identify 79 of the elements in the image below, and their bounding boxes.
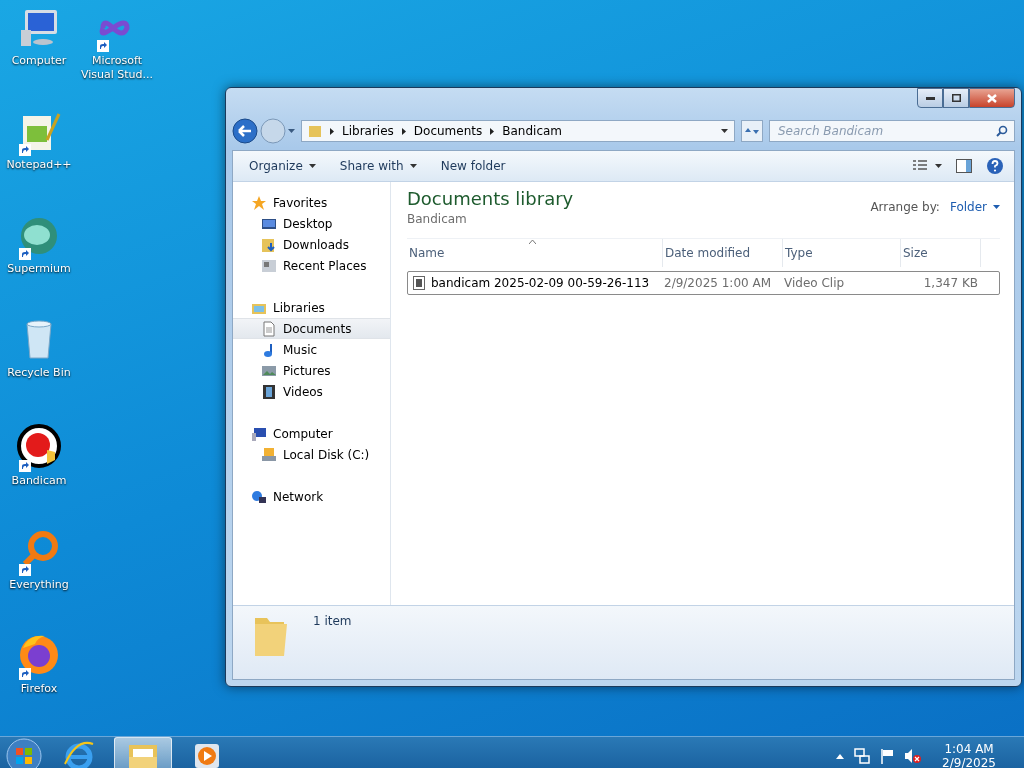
file-name: bandicam 2025-02-09 00-59-26-113: [408, 276, 664, 290]
column-header[interactable]: Type: [783, 239, 901, 267]
network-icon: [251, 488, 267, 505]
nav-item[interactable]: Local Disk (C:): [233, 444, 390, 465]
refresh-button[interactable]: [741, 120, 763, 142]
file-row[interactable]: bandicam 2025-02-09 00-59-26-113 2/9/2025 1:00 AM Video Clip 1,347 KB: [407, 271, 1000, 295]
close-button[interactable]: [969, 88, 1015, 108]
toolbar-button[interactable]: Share with: [329, 155, 427, 177]
preview-pane-button[interactable]: [956, 159, 972, 173]
computer-icon: [251, 425, 267, 442]
chevron-icon: [490, 127, 495, 135]
library-subtitle: Bandicam: [407, 212, 468, 226]
nav-group-item[interactable]: Libraries: [233, 297, 390, 318]
breadcrumb-item[interactable]: Libraries: [342, 124, 394, 138]
maximize-button[interactable]: [943, 88, 969, 108]
close-icon: [987, 93, 997, 103]
taskbar-button[interactable]: [114, 737, 172, 768]
column-header[interactable]: Name: [407, 239, 663, 267]
column-header[interactable]: Size: [901, 239, 981, 267]
document-icon: [261, 320, 277, 337]
caret-icon: [409, 164, 417, 168]
nav-group-item[interactable]: Network: [233, 486, 390, 507]
search-box[interactable]: Search Bandicam: [769, 120, 1015, 142]
chevron-icon: [401, 127, 406, 135]
speaker-muted-icon[interactable]: [904, 748, 923, 764]
desktop-icon-label[interactable]: Everything: [9, 578, 69, 592]
nav-item[interactable]: Documents: [233, 318, 390, 339]
drive-icon: [261, 446, 277, 463]
start-button[interactable]: [4, 737, 44, 768]
film-icon: [261, 383, 277, 400]
caret-icon: [721, 129, 728, 133]
nav-group-item[interactable]: Computer: [233, 423, 390, 444]
record-icon: [17, 424, 61, 468]
file-type: Video Clip: [784, 276, 846, 290]
star-icon: [251, 194, 267, 211]
folder-icon: [261, 236, 277, 253]
maximize-icon: [951, 94, 961, 102]
nav-item[interactable]: Recent Places: [233, 255, 390, 276]
folder-icon: [308, 124, 322, 138]
toolbar-button[interactable]: Organize: [239, 155, 326, 177]
item-count: 1 item: [313, 614, 352, 628]
network-icon[interactable]: [854, 748, 871, 764]
date-modified: 2/9/2025 1:00 AM: [664, 276, 773, 290]
minimize-button[interactable]: [917, 88, 943, 108]
breadcrumb-item[interactable]: Bandicam: [502, 124, 563, 138]
back-button[interactable]: [232, 118, 258, 144]
address-bar[interactable]: Libraries Documents Bandicam: [301, 120, 735, 142]
library-title: Documents library: [407, 188, 574, 209]
caret-icon: [993, 205, 1000, 209]
nav-item[interactable]: Downloads: [233, 234, 390, 255]
toolbar-button[interactable]: New folder: [430, 155, 516, 177]
column-header[interactable]: Date modified: [663, 239, 783, 267]
arrange-dropdown[interactable]: Folder: [949, 200, 1000, 214]
nav-group-item[interactable]: Favorites: [233, 192, 390, 213]
sort-caret-icon: [529, 240, 537, 244]
clock[interactable]: 1:04 AM 2/9/2025: [942, 742, 996, 768]
search-field[interactable]: Search Bandicam: [776, 123, 996, 139]
desktop-icon-label[interactable]: Bandicam: [11, 474, 67, 488]
video-file-icon: [413, 276, 425, 290]
nav-item[interactable]: Pictures: [233, 360, 390, 381]
nav-item[interactable]: Videos: [233, 381, 390, 402]
caret-icon: [308, 164, 316, 168]
minimize-icon: [925, 96, 935, 100]
browser-e-icon: [63, 740, 95, 768]
flag-icon[interactable]: [880, 748, 895, 764]
nav-item[interactable]: Desktop: [233, 213, 390, 234]
help-button[interactable]: [986, 157, 1004, 175]
play-icon: [194, 743, 220, 768]
view-options-button[interactable]: [912, 159, 942, 173]
show-hidden-icons-button[interactable]: [836, 753, 845, 759]
arrange-label: Arrange by:: [870, 200, 940, 214]
breadcrumb-item[interactable]: Documents: [413, 124, 483, 138]
file-size: 1,347 KB: [922, 276, 979, 290]
recent-places-icon: [261, 257, 277, 274]
caret-icon: [288, 129, 295, 133]
search-icon: [996, 125, 1008, 137]
chevron-icon: [330, 127, 334, 135]
nav-item[interactable]: Music: [233, 339, 390, 360]
desktop-icon-label[interactable]: Firefox: [20, 682, 58, 696]
